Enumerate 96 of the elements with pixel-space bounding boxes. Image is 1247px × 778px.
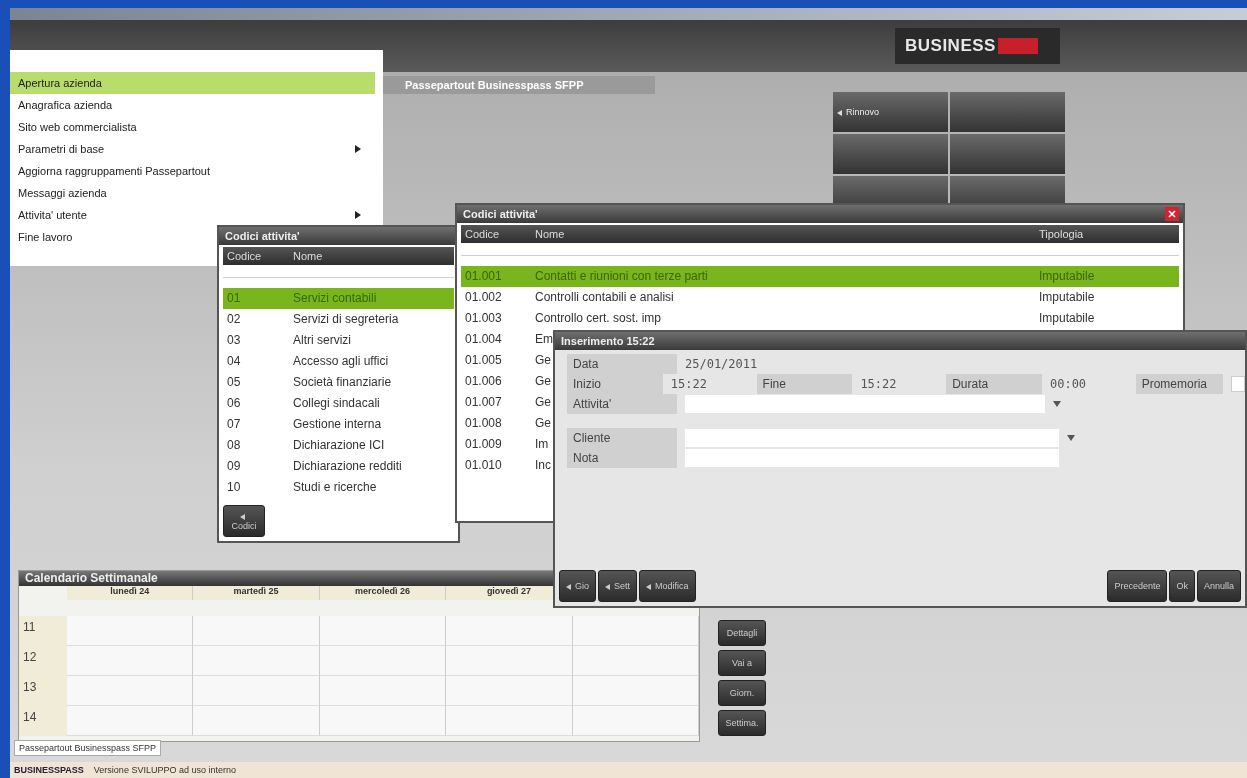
close-icon[interactable] <box>1165 207 1179 221</box>
column-header: Nome <box>535 227 566 242</box>
logo: BUSINESS <box>895 28 1060 64</box>
calendar-button[interactable]: Giorn. <box>718 680 766 706</box>
date-field[interactable]: 25/01/2011 <box>685 357 775 371</box>
tile-button[interactable] <box>950 134 1065 174</box>
field-label: Data <box>567 354 677 374</box>
table-row[interactable]: 09 Dichiarazione redditi <box>223 456 454 477</box>
column-header: Codice <box>227 249 263 264</box>
field-label: Nota <box>567 448 677 468</box>
hour-label: 13 <box>19 676 67 706</box>
field-label: Durata <box>946 374 1042 394</box>
calendar-slot[interactable] <box>319 676 447 706</box>
calendar-button[interactable]: Dettagli <box>718 620 766 646</box>
status-brand: BUSINESSPASS <box>14 765 84 775</box>
calendar-slot[interactable] <box>67 646 194 676</box>
menu-item[interactable]: Apertura azienda <box>10 72 375 94</box>
calendar-slot[interactable] <box>193 676 320 706</box>
table-row[interactable]: 08 Dichiarazione ICI <box>223 435 454 456</box>
left-triangle-icon <box>566 583 572 590</box>
table-row[interactable]: 10 Studi e ricerche <box>223 477 454 498</box>
field-label: Inizio <box>567 374 663 394</box>
calendar-slot[interactable] <box>446 616 573 646</box>
menu-item[interactable]: Attivita' utente <box>10 204 375 226</box>
hour-label: 11 <box>19 616 67 646</box>
table-row[interactable]: 06 Collegi sindacali <box>223 393 454 414</box>
left-triangle-icon <box>837 109 843 116</box>
calendar-slot[interactable] <box>572 616 699 646</box>
calendar-slot[interactable] <box>572 646 699 676</box>
field-label: Promemoria <box>1135 374 1223 394</box>
calendar-slot[interactable] <box>319 616 447 646</box>
input-field[interactable] <box>685 429 1059 447</box>
nav-button[interactable]: Sett <box>598 570 638 602</box>
calendar-button[interactable]: Settima. <box>718 710 766 736</box>
left-triangle-icon <box>239 513 246 520</box>
table-row[interactable]: 07 Gestione interna <box>223 414 454 435</box>
column-header: Codice <box>465 227 501 242</box>
column-header: Tipologia <box>1039 227 1085 242</box>
tile-button[interactable] <box>833 134 948 174</box>
day-header: lunedì 24 <box>67 586 194 600</box>
day-header: mercoledì 26 <box>319 586 447 600</box>
calendar-slot[interactable] <box>446 646 573 676</box>
field-label: Fine <box>756 374 853 394</box>
hour-label: 12 <box>19 646 67 676</box>
calendar-button[interactable]: Vai a <box>718 650 766 676</box>
calendar-slot[interactable] <box>193 706 320 736</box>
field-label: Cliente <box>567 428 677 448</box>
nav-button[interactable]: Modifica <box>639 570 696 602</box>
calendar-slot[interactable] <box>67 676 194 706</box>
left-triangle-icon <box>646 583 653 590</box>
table-row[interactable]: 04 Accesso agli uffici <box>223 351 454 372</box>
menu-item[interactable]: Messaggi azienda <box>10 182 375 204</box>
calendar-slot[interactable] <box>446 676 573 706</box>
window-title: Inserimento 15:22 <box>555 332 1245 350</box>
dropdown-arrow-icon[interactable] <box>1067 435 1075 441</box>
window-title: Codici attivita' <box>457 205 1183 223</box>
calendar-slot[interactable] <box>193 616 320 646</box>
menu-item[interactable]: Aggiorna raggruppamenti Passepartout <box>10 160 375 182</box>
table-row[interactable]: 01.003 Controllo cert. sost. imp Imputabile <box>461 308 1179 329</box>
column-header: Nome <box>293 249 323 264</box>
calendar-slot[interactable] <box>572 676 699 706</box>
nav-button[interactable]: Gio <box>559 570 596 602</box>
table-row[interactable]: 02 Servizi di segreteria <box>223 309 454 330</box>
calendar-slot[interactable] <box>67 706 194 736</box>
time-field[interactable]: 15:22 <box>670 377 749 391</box>
table-row[interactable]: 01.002 Controlli contabili e analisi Imputabile <box>461 287 1179 308</box>
calendar-slot[interactable] <box>319 706 447 736</box>
calendar-slot[interactable] <box>572 706 699 736</box>
table-row[interactable]: 03 Altri servizi <box>223 330 454 351</box>
time-field[interactable]: 15:22 <box>860 377 939 391</box>
dropdown-arrow-icon[interactable] <box>1053 401 1061 407</box>
codes-button[interactable]: Codici <box>223 505 265 537</box>
field-label: Attivita' <box>567 394 677 414</box>
tile-button[interactable]: Rinnovo <box>833 92 948 132</box>
action-button[interactable]: Annulla <box>1196 570 1241 602</box>
calendar-slot[interactable] <box>67 616 194 646</box>
menu-item[interactable]: Parametri di base <box>10 138 375 160</box>
calendar-slot[interactable] <box>319 646 447 676</box>
app-tab[interactable]: Passepartout Businesspass SFPP <box>14 740 162 756</box>
hour-label: 14 <box>19 706 67 736</box>
input-field[interactable] <box>685 449 1059 467</box>
table-row[interactable]: 05 Società finanziarie <box>223 372 454 393</box>
dropdown-field[interactable] <box>685 395 1045 413</box>
status-text: Versione SVILUPPO ad uso interno <box>93 765 236 775</box>
menu-item[interactable]: Anagrafica azienda <box>10 94 375 116</box>
day-header: martedì 25 <box>193 586 320 600</box>
calendar-slot[interactable] <box>193 646 320 676</box>
calendar-slot[interactable] <box>446 706 573 736</box>
action-button[interactable]: Ok <box>1169 570 1195 602</box>
left-triangle-icon <box>605 583 611 590</box>
menu-item[interactable]: Sito web commercialista <box>10 116 375 138</box>
duration-field[interactable]: 00:00 <box>1049 377 1128 391</box>
tile-button[interactable] <box>950 92 1065 132</box>
checkbox[interactable] <box>1230 376 1245 392</box>
action-button[interactable]: Precedente <box>1107 570 1168 602</box>
window-title: Codici attivita' <box>219 227 458 245</box>
